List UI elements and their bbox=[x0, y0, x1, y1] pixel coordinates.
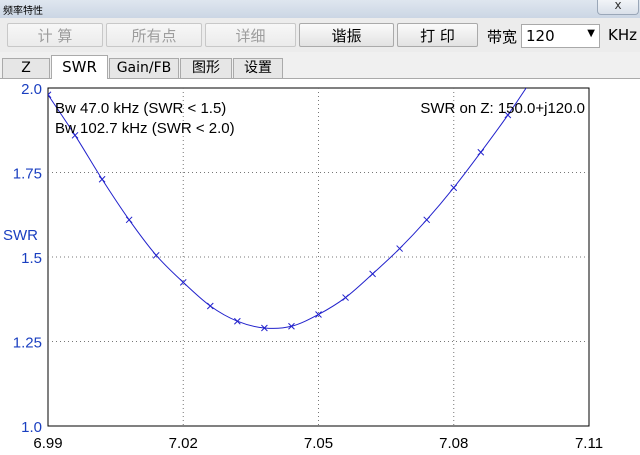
y-tick-label: 1.5 bbox=[21, 250, 42, 267]
annotation-bw-2: Bw 102.7 kHz (SWR < 2.0) bbox=[55, 120, 235, 137]
annotation-bw-1: Bw 47.0 kHz (SWR < 1.5) bbox=[55, 100, 226, 117]
data-point-marker bbox=[532, 71, 538, 77]
x-tick-label: 6.99 bbox=[33, 435, 62, 452]
tab-swr[interactable]: SWR bbox=[51, 55, 108, 79]
y-tick-label: 1.0 bbox=[21, 419, 42, 436]
x-tick-label: 7.02 bbox=[169, 435, 198, 452]
annotation-swr-on-z: SWR on Z: 150.0+j120.0 bbox=[420, 100, 585, 117]
y-axis-label: SWR bbox=[3, 227, 38, 244]
x-tick-label: 7.05 bbox=[304, 435, 333, 452]
y-tick-label: 2.0 bbox=[21, 81, 42, 98]
x-tick-label: 7.11 bbox=[575, 435, 603, 452]
y-tick-label: 1.25 bbox=[13, 335, 42, 352]
x-tick-label: 7.08 bbox=[439, 435, 468, 452]
data-point-marker bbox=[559, 28, 565, 34]
y-tick-label: 1.75 bbox=[13, 166, 42, 183]
